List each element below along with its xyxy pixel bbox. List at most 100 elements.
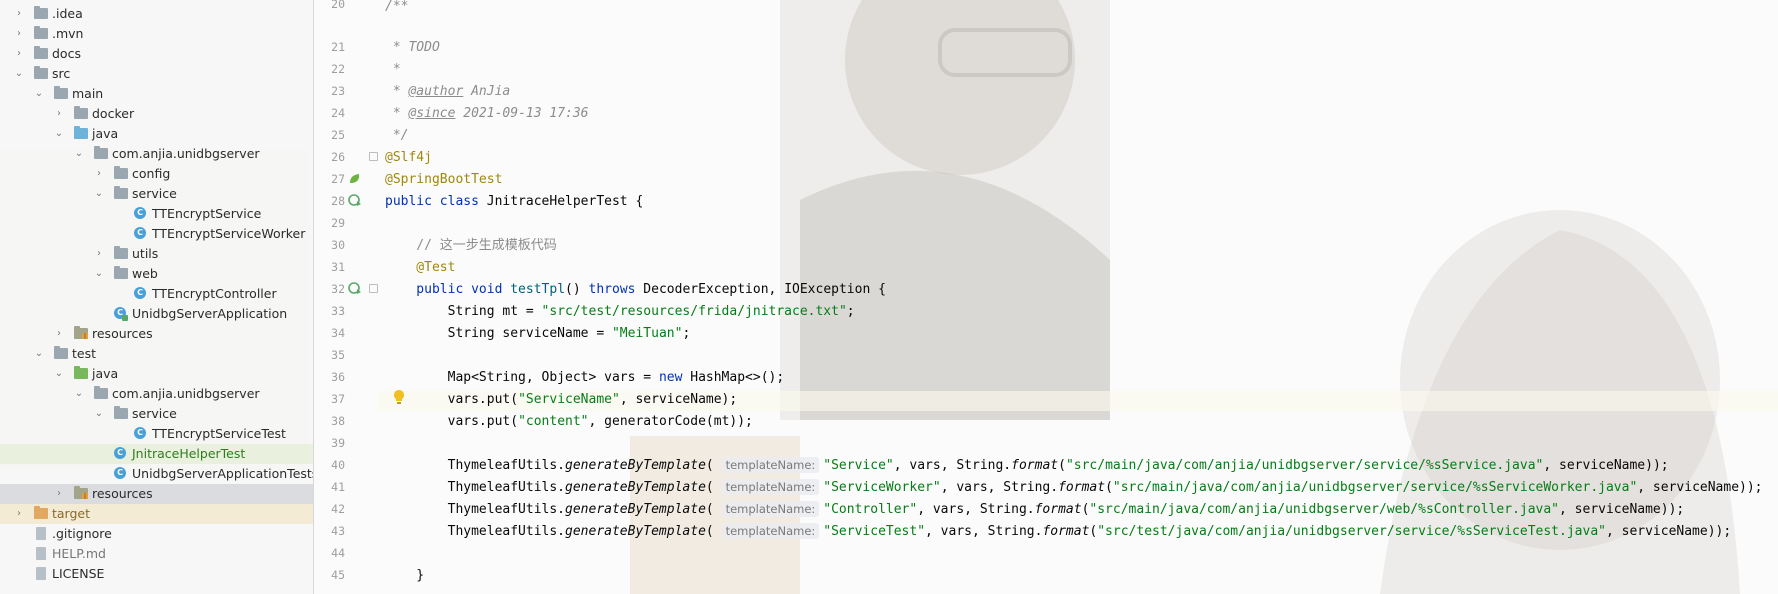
javadoc-tag: @since (408, 106, 456, 121)
line-number: 40 (331, 458, 345, 472)
tree-item-idea[interactable]: › .idea (0, 4, 313, 24)
chevron-down-icon[interactable]: ⌄ (94, 187, 104, 201)
string-literal: "ServiceName" (518, 392, 620, 407)
code-line-43: ThymeleafUtils.generateByTemplate( templ… (385, 522, 1731, 542)
tree-item-main[interactable]: ⌄ main (0, 84, 313, 104)
tree-item-package-test[interactable]: ⌄ com.anjia.unidbgserver (0, 384, 313, 404)
tree-item-unidbgserverapplicationtests[interactable]: C UnidbgServerApplicationTests (0, 464, 313, 484)
string-literal: "MeiTuan" (611, 326, 683, 341)
chevron-right-icon[interactable]: › (94, 247, 104, 261)
code-text: ThymeleafUtils. (385, 480, 566, 495)
code-content[interactable]: /** * TODO * * @author AnJia * @since 20… (385, 0, 1778, 594)
chevron-down-icon[interactable]: ⌄ (14, 67, 24, 81)
tree-item-target[interactable]: › target (0, 504, 313, 524)
spring-bean-icon[interactable] (348, 172, 362, 186)
tree-item-label: UnidbgServerApplicationTests (132, 466, 314, 481)
code-line-28: public class JnitraceHelperTest { (385, 192, 643, 212)
chevron-right-icon[interactable]: › (14, 47, 24, 61)
tree-item-src[interactable]: ⌄ src (0, 64, 313, 84)
tree-item-docs[interactable]: › docs (0, 44, 313, 64)
tree-item-service-main[interactable]: ⌄ service (0, 184, 313, 204)
fold-marker-icon[interactable] (369, 284, 378, 293)
tree-item-label: target (52, 506, 91, 521)
code-text: ThymeleafUtils. (385, 502, 566, 517)
code-text: ThymeleafUtils. (385, 524, 566, 539)
code-line-22: * (385, 60, 401, 80)
tree-item-resources-main[interactable]: › resources (0, 324, 313, 344)
folder-icon (54, 346, 68, 359)
line-number: 35 (331, 348, 345, 362)
comment: * (385, 84, 409, 99)
chevron-down-icon[interactable]: ⌄ (54, 367, 64, 381)
tree-item-ttencryptservicetest[interactable]: C TTEncryptServiceTest (0, 424, 313, 444)
tree-item-service-test[interactable]: ⌄ service (0, 404, 313, 424)
package-icon (94, 146, 108, 159)
run-test-icon[interactable] (348, 281, 362, 295)
tree-item-ttencryptserviceworker[interactable]: C TTEncryptServiceWorker (0, 224, 313, 244)
chevron-right-icon[interactable]: › (14, 27, 24, 41)
fold-marker-icon[interactable] (369, 152, 378, 161)
method-call: generateByTemplate (565, 524, 706, 539)
line-number: 28 (331, 194, 345, 208)
tree-item-jnitracehelpertest[interactable]: C JnitraceHelperTest (0, 444, 313, 464)
code-text: , vars, String. (893, 458, 1012, 473)
folder-icon (34, 66, 48, 79)
tree-item-label: TTEncryptService (152, 206, 262, 221)
code-text: , serviceName)); (1543, 458, 1669, 473)
tree-item-utils[interactable]: › utils (0, 244, 313, 264)
tree-item-label: service (132, 406, 177, 421)
string-literal: "Service" (823, 458, 894, 473)
run-test-icon[interactable] (348, 193, 362, 207)
chevron-right-icon[interactable]: › (14, 7, 24, 21)
tree-item-config[interactable]: › config (0, 164, 313, 184)
code-line-42: ThymeleafUtils.generateByTemplate( templ… (385, 500, 1684, 520)
tree-item-ttencryptcontroller[interactable]: C TTEncryptController (0, 284, 313, 304)
chevron-down-icon[interactable]: ⌄ (74, 387, 84, 401)
tree-item-ttencryptservice[interactable]: C TTEncryptService (0, 204, 313, 224)
chevron-down-icon[interactable]: ⌄ (74, 147, 84, 161)
tree-item-label: docker (92, 106, 135, 121)
chevron-down-icon[interactable]: ⌄ (54, 127, 64, 141)
code-text: ( (705, 480, 714, 495)
code-line-33: String mt = "src/test/resources/frida/jn… (385, 302, 855, 322)
tree-item-java-test[interactable]: ⌄ java (0, 364, 313, 384)
code-line-34: String serviceName = "MeiTuan"; (385, 324, 691, 344)
code-text: String mt = (385, 304, 542, 319)
tree-item-license[interactable]: LICENSE (0, 564, 313, 584)
comment: * (385, 62, 401, 77)
line-number: 37 (331, 392, 345, 406)
chevron-down-icon[interactable]: ⌄ (94, 407, 104, 421)
line-number: 25 (331, 128, 345, 142)
chevron-down-icon[interactable]: ⌄ (94, 267, 104, 281)
chevron-right-icon[interactable]: › (94, 167, 104, 181)
source-folder-icon (74, 126, 88, 139)
tree-item-java-main[interactable]: ⌄ java (0, 124, 313, 144)
keyword: new (658, 370, 683, 385)
package-icon (114, 266, 128, 279)
tree-item-docker[interactable]: › docker (0, 104, 313, 124)
line-number: 41 (331, 480, 345, 494)
line-number: 30 (331, 238, 345, 252)
markdown-file-icon (36, 547, 46, 560)
line-number: 20 (331, 0, 345, 11)
tree-item-label: java (92, 366, 119, 381)
chevron-right-icon[interactable]: › (54, 487, 64, 501)
javadoc-tag: @author (408, 84, 464, 99)
chevron-down-icon[interactable]: ⌄ (34, 347, 44, 361)
chevron-right-icon[interactable]: › (14, 507, 24, 521)
chevron-right-icon[interactable]: › (54, 107, 64, 121)
tree-item-help-md[interactable]: HELP.md (0, 544, 313, 564)
code-editor[interactable]: 20 21 22 23 24 25 26 27 28 29 30 31 32 3… (314, 0, 1778, 594)
chevron-down-icon[interactable]: ⌄ (34, 87, 44, 101)
package-icon (114, 166, 128, 179)
tree-item-resources-test[interactable]: › resources (0, 484, 313, 504)
tree-item-package-main[interactable]: ⌄ com.anjia.unidbgserver (0, 144, 313, 164)
tree-item-gitignore[interactable]: .gitignore (0, 524, 313, 544)
tree-item-label: UnidbgServerApplication (132, 306, 288, 321)
code-text: vars.put( (385, 392, 519, 407)
tree-item-unidbgserverapplication[interactable]: C UnidbgServerApplication (0, 304, 313, 324)
chevron-right-icon[interactable]: › (54, 327, 64, 341)
tree-item-mvn[interactable]: › .mvn (0, 24, 313, 44)
tree-item-test[interactable]: ⌄ test (0, 344, 313, 364)
tree-item-web[interactable]: ⌄ web (0, 264, 313, 284)
